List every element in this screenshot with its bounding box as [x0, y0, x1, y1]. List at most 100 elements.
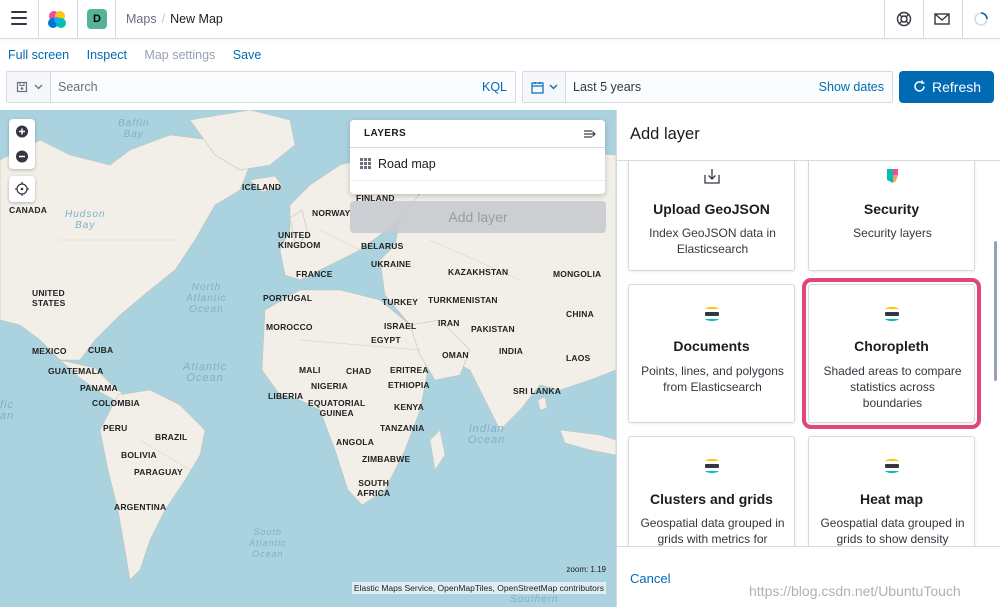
query-bar: Search KQL [6, 71, 516, 103]
saved-query-icon [16, 81, 28, 93]
country-label: ERITREA [390, 365, 429, 375]
refresh-button[interactable]: Refresh [899, 71, 994, 103]
country-label: NORWAY [312, 208, 351, 218]
space-avatar[interactable]: D [87, 9, 107, 29]
add-layer-button: Add layer [350, 201, 606, 233]
date-range-label[interactable]: Last 5 years [573, 80, 641, 94]
layer-type-cards: Upload GeoJSON Index GeoJSON data in Ela… [617, 161, 1000, 546]
country-label: ETHIOPIA [388, 380, 430, 390]
zoom-out-button[interactable] [9, 144, 35, 169]
menu-icon[interactable] [11, 11, 27, 27]
upload-icon [704, 169, 720, 184]
header-divider [38, 0, 39, 39]
country-label: ARGENTINA [114, 502, 167, 512]
quick-menu-button[interactable] [523, 72, 566, 102]
card-title: Clusters and grids [650, 491, 773, 507]
header-divider [923, 0, 924, 39]
country-label: ZIMBABWE [362, 454, 411, 464]
header-divider [884, 0, 885, 39]
country-label: LIBERIA [268, 391, 304, 401]
breadcrumb-current: New Map [170, 12, 223, 26]
card-title: Upload GeoJSON [653, 201, 770, 217]
zoom-controls [9, 119, 35, 169]
elasticsearch-icon [885, 306, 899, 322]
country-label: MEXICO [32, 346, 67, 356]
card-heat-map[interactable]: Heat map Geospatial data grouped in grid… [808, 436, 975, 546]
country-label: FRANCE [296, 269, 333, 279]
card-upload-geojson[interactable]: Upload GeoJSON Index GeoJSON data in Ela… [628, 161, 795, 271]
header-divider [115, 0, 116, 39]
cancel-button[interactable]: Cancel [630, 571, 670, 586]
scrollbar[interactable] [994, 241, 997, 381]
add-layer-flyout: Add layer Upload GeoJSON Index GeoJSON d… [616, 110, 1000, 607]
country-label: PAKISTAN [471, 324, 515, 334]
show-dates-link[interactable]: Show dates [819, 80, 884, 94]
security-icon [887, 169, 898, 183]
help-icon[interactable] [895, 10, 913, 28]
country-label: CHAD [346, 366, 372, 376]
country-label: ICELAND [242, 182, 282, 192]
watermark-text: https://blog.csdn.net/UbuntuTouch [749, 583, 961, 599]
sea-label: North Atlantic Ocean [186, 282, 227, 315]
saved-query-button[interactable] [7, 72, 51, 102]
inspect-link[interactable]: Inspect [87, 48, 127, 62]
map-canvas[interactable]: ICELAND CANADA NORWAY FINLAND UNITED KIN… [0, 110, 616, 607]
map-attribution[interactable]: Elastic Maps Service, OpenMapTiles, Open… [351, 582, 606, 594]
card-title: Choropleth [854, 338, 929, 354]
refresh-icon [914, 80, 925, 92]
country-label: SOUTH AFRICA [357, 478, 391, 498]
zoom-in-button[interactable] [9, 119, 35, 144]
country-label: PANAMA [80, 383, 118, 393]
country-label: PERU [103, 423, 128, 433]
country-label: TURKMENISTAN [428, 295, 498, 305]
sea-label: Indian Ocean [468, 423, 506, 446]
elastic-logo-icon[interactable] [46, 9, 68, 31]
country-label: BELARUS [361, 241, 404, 251]
header-divider [962, 0, 963, 39]
card-title: Security [863, 201, 920, 217]
minus-icon [16, 150, 28, 163]
card-description: Security layers [853, 226, 932, 240]
sea-label: South Atlantic Ocean [249, 527, 287, 559]
country-label: MONGOLIA [553, 269, 602, 279]
country-label: CANADA [9, 205, 48, 215]
locate-button[interactable] [9, 176, 35, 202]
divider [350, 147, 605, 148]
breadcrumb-separator: / [161, 12, 166, 26]
chevron-down-icon [549, 84, 558, 90]
country-label: CUBA [88, 345, 114, 355]
full-screen-link[interactable]: Full screen [8, 48, 69, 62]
country-label: UNITED KINGDOM [278, 230, 321, 250]
chevron-down-icon [34, 84, 43, 90]
zoom-readout: zoom: 1.19 [566, 565, 606, 574]
header-divider [77, 0, 78, 39]
crosshair-icon [15, 182, 29, 196]
country-label: LAOS [566, 353, 591, 363]
card-description: Points, lines, and polygons from Elastic… [641, 364, 784, 394]
card-description: Geospatial data grouped in grids with me… [640, 516, 785, 546]
sea-label: Southern [510, 594, 559, 605]
card-clusters-and-grids[interactable]: Clusters and grids Geospatial data group… [628, 436, 795, 546]
calendar-icon [531, 82, 544, 94]
save-link[interactable]: Save [233, 48, 262, 62]
layers-title: LAYERS [364, 128, 407, 139]
layer-name: Road map [378, 157, 436, 171]
kql-toggle[interactable]: KQL [482, 80, 507, 94]
card-title: Documents [673, 338, 750, 354]
country-label: EGYPT [371, 335, 401, 345]
card-choropleth[interactable]: Choropleth Shaded areas to compare stati… [802, 278, 981, 429]
card-title: Heat map [859, 491, 924, 507]
country-label: KAZAKHSTAN [448, 267, 509, 277]
map-top-nav: Full screen Inspect Map settings Save [8, 48, 275, 62]
mail-icon[interactable] [933, 10, 951, 28]
search-input[interactable]: Search [58, 80, 98, 94]
country-label: IRAN [438, 318, 460, 328]
collapse-panel-icon[interactable] [583, 127, 597, 141]
elasticsearch-icon [705, 458, 719, 474]
country-label: BRAZIL [155, 432, 188, 442]
breadcrumb-maps[interactable]: Maps [126, 12, 157, 26]
elasticsearch-icon [705, 306, 719, 322]
card-security[interactable]: Security Security layers [808, 161, 975, 271]
card-documents[interactable]: Documents Points, lines, and polygons fr… [628, 284, 795, 423]
country-label: MOROCCO [266, 322, 313, 332]
